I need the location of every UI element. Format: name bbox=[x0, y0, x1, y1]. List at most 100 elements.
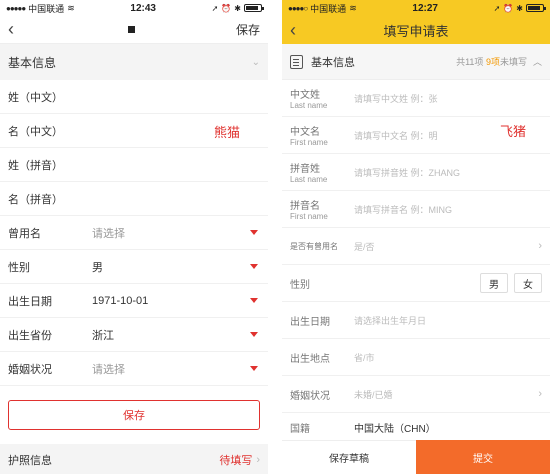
save-button[interactable]: 保存 bbox=[8, 400, 260, 430]
field-label: 中文名 First name bbox=[290, 123, 354, 147]
field-label: 性别 bbox=[290, 279, 310, 291]
wifi-icon: ≋ bbox=[67, 2, 75, 13]
field-given-cn[interactable]: 名（中文） 熊猫 bbox=[0, 114, 268, 148]
field-former-name[interactable]: 是否有曾用名 是/否 › bbox=[282, 228, 550, 265]
field-marital-status[interactable]: 婚姻状况 未婚/已婚 › bbox=[282, 376, 550, 413]
field-placeholder[interactable]: 请填写中文姓 例：张 bbox=[354, 92, 542, 105]
field-given-cn[interactable]: 中文名 First name 请填写中文名 例：明 飞猪 bbox=[282, 117, 550, 154]
status-time: 12:43 bbox=[130, 2, 156, 14]
status-icons: ➚ ⏰ ✱ bbox=[211, 3, 264, 13]
label-cn: 中文姓 bbox=[290, 90, 320, 101]
field-surname-pinyin[interactable]: 拼音姓 Last name 请填写拼音姓 例：ZHANG bbox=[282, 154, 550, 191]
carrier-label: 中国联通 bbox=[310, 3, 347, 14]
field-placeholder[interactable]: 未婚/已婚 bbox=[354, 388, 538, 401]
field-surname-pinyin[interactable]: 姓（拼音） bbox=[0, 148, 268, 182]
field-placeholder[interactable]: 请选择出生年月日 bbox=[354, 314, 542, 327]
field-birth-date[interactable]: 出生日期 请选择出生年月日 bbox=[282, 302, 550, 339]
status-time: 12:27 bbox=[412, 2, 438, 14]
carrier-label: 中国联通 bbox=[28, 3, 65, 14]
passport-status: 待填写 › bbox=[219, 452, 260, 468]
status-icons: ➚ ⏰ ✱ bbox=[494, 3, 546, 13]
label-en: First name bbox=[290, 212, 328, 221]
field-surname-cn[interactable]: 中文姓 Last name 请填写中文姓 例：张 bbox=[282, 80, 550, 117]
signal-area: ●●●●● 中国联通 ≋ bbox=[6, 2, 75, 15]
field-gender[interactable]: 性别 男 bbox=[0, 250, 268, 284]
section-count: 共11项 9项未填写 bbox=[456, 55, 527, 68]
field-label: 出生日期 bbox=[8, 295, 52, 308]
field-birth-place[interactable]: 出生地点 省/市 bbox=[282, 339, 550, 376]
signal-icon: ●●●●● bbox=[6, 3, 26, 13]
bottom-action-bar: 保存草稿 提交 bbox=[282, 440, 550, 474]
back-icon[interactable]: ‹ bbox=[8, 19, 28, 40]
field-surname-cn[interactable]: 姓（中文） bbox=[0, 80, 268, 114]
field-birth-province[interactable]: 出生省份 浙江 bbox=[0, 318, 268, 352]
field-placeholder[interactable]: 是/否 bbox=[354, 240, 538, 253]
field-label: 性别 bbox=[8, 261, 30, 274]
chevron-right-icon: › bbox=[538, 388, 542, 400]
field-label: 名（拼音） bbox=[8, 193, 63, 206]
label-cn: 中文名 bbox=[290, 127, 320, 138]
field-marital-status[interactable]: 婚姻状况 请选择 bbox=[0, 352, 268, 386]
field-value[interactable]: 请选择 bbox=[92, 361, 250, 377]
section-title: 基本信息 bbox=[8, 55, 57, 70]
document-icon bbox=[290, 54, 303, 69]
count-prefix: 共11项 bbox=[456, 57, 484, 67]
chevron-up-icon: ︿ bbox=[532, 57, 542, 67]
section-header-basic-info[interactable]: 基本信息 ⌄ bbox=[0, 44, 268, 80]
chevron-down-icon: ⌄ bbox=[251, 56, 260, 68]
field-placeholder[interactable]: 请填写拼音姓 例：ZHANG bbox=[354, 166, 542, 179]
field-placeholder[interactable]: 省/市 bbox=[354, 351, 542, 364]
location-icon: ➚ bbox=[211, 3, 219, 13]
field-value[interactable]: 中国大陆（CHN） bbox=[354, 420, 542, 435]
field-value[interactable]: 男 bbox=[92, 259, 250, 275]
dropdown-triangle-icon[interactable] bbox=[250, 366, 258, 371]
field-label: 出生地点 bbox=[290, 353, 330, 365]
dropdown-triangle-icon[interactable] bbox=[250, 230, 258, 235]
alarm-icon: ⏰ bbox=[503, 3, 514, 13]
bluetooth-icon: ✱ bbox=[234, 3, 241, 13]
save-nav-button[interactable]: 保存 bbox=[236, 21, 260, 38]
field-label: 是否有曾用名 bbox=[290, 241, 338, 251]
header: ●●●●○ 中国联通 ≋ 12:27 ➚ ⏰ ✱ ‹ 填写申请表 bbox=[282, 0, 550, 44]
count-number: 9项 bbox=[485, 57, 500, 67]
dropdown-triangle-icon[interactable] bbox=[250, 298, 258, 303]
gender-male-button[interactable]: 男 bbox=[480, 273, 508, 293]
field-given-pinyin[interactable]: 名（拼音） bbox=[0, 182, 268, 216]
annotation-label: 飞猪 bbox=[500, 125, 527, 140]
field-value[interactable]: 请选择 bbox=[92, 225, 250, 241]
signal-icon: ●●●●○ bbox=[288, 3, 308, 13]
submit-button[interactable]: 提交 bbox=[416, 440, 550, 474]
section-header-basic-info[interactable]: 基本信息 共11项 9项未填写 ︿ bbox=[282, 44, 550, 80]
field-label: 名（中文） bbox=[8, 125, 63, 138]
field-label: 曾用名 bbox=[8, 227, 41, 240]
section-title: 护照信息 bbox=[8, 455, 52, 467]
field-former-name[interactable]: 曾用名 请选择 bbox=[0, 216, 268, 250]
page-title: 填写申请表 bbox=[383, 23, 449, 39]
field-birth-date[interactable]: 出生日期 1971-10-01 bbox=[0, 284, 268, 318]
alarm-icon: ⏰ bbox=[221, 3, 232, 13]
dropdown-triangle-icon[interactable] bbox=[250, 332, 258, 337]
field-value[interactable]: 浙江 bbox=[92, 327, 250, 343]
field-given-pinyin[interactable]: 拼音名 First name 请填写拼音名 例：MING bbox=[282, 191, 550, 228]
label-en: Last name bbox=[290, 101, 328, 110]
chevron-right-icon: › bbox=[538, 240, 542, 252]
gender-female-button[interactable]: 女 bbox=[514, 273, 542, 293]
nav-title-square-icon bbox=[128, 26, 136, 33]
status-bar: ●●●●● 中国联通 ≋ 12:43 ➚ ⏰ ✱ bbox=[0, 0, 268, 16]
field-placeholder[interactable]: 请填写拼音名 例：MING bbox=[354, 203, 542, 216]
battery-icon bbox=[526, 4, 546, 12]
annotation-label: 熊猫 bbox=[214, 126, 241, 141]
dropdown-triangle-icon[interactable] bbox=[250, 264, 258, 269]
save-draft-button[interactable]: 保存草稿 bbox=[282, 440, 416, 474]
field-label: 拼音姓 Last name bbox=[290, 160, 354, 184]
status-text: 待填写 bbox=[219, 455, 253, 467]
field-label: 出生省份 bbox=[8, 329, 52, 342]
section-header-passport[interactable]: 护照信息 待填写 › bbox=[0, 444, 268, 474]
label-cn: 拼音姓 bbox=[290, 164, 320, 175]
field-value[interactable]: 1971-10-01 bbox=[92, 295, 250, 307]
signal-area: ●●●●○ 中国联通 ≋ bbox=[288, 2, 357, 15]
field-nationality[interactable]: 国籍 中国大陆（CHN） bbox=[282, 413, 550, 443]
field-label: 出生日期 bbox=[290, 316, 330, 328]
label-en: Last name bbox=[290, 175, 328, 184]
nav-bar: ‹ 保存 bbox=[0, 16, 268, 44]
